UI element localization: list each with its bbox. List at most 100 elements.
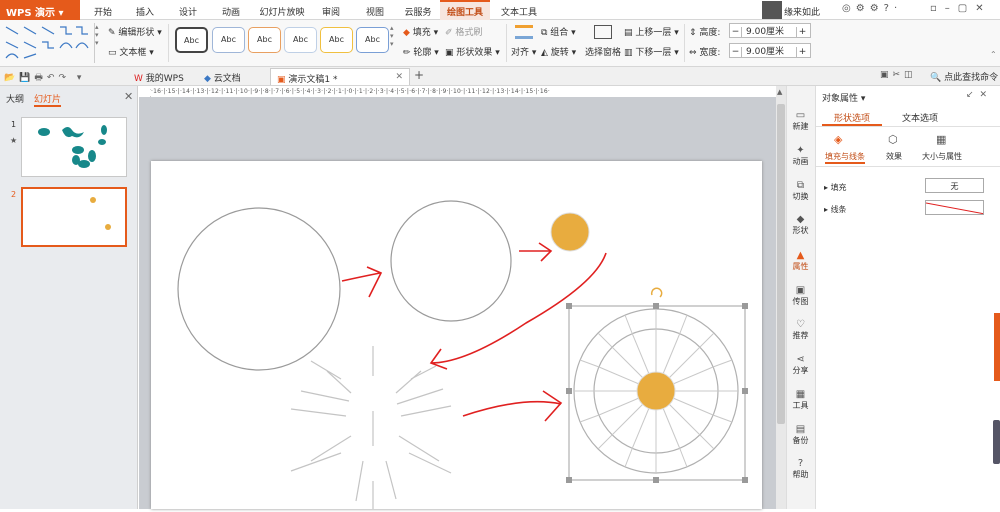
side-animation[interactable]: ✦ 动画 (786, 145, 815, 167)
arrow-1-head (366, 266, 383, 298)
style-preset-3[interactable]: Abc (248, 27, 281, 53)
shape-effect-button[interactable]: ▣ 形状效果 ▾ (445, 45, 500, 58)
text-box-button[interactable]: ▭ 文本框 ▾ (108, 45, 154, 58)
style-preset-1[interactable]: Abc (175, 27, 208, 53)
fill-section[interactable]: ▸ 填充 (824, 182, 847, 193)
side-upload-image[interactable]: ▣ 传图 (786, 285, 815, 307)
panel-controls[interactable]: ↙✕ (966, 90, 993, 100)
menu-animation[interactable]: 动画 (216, 0, 246, 20)
backup-icon: ▤ (795, 424, 806, 435)
divider (816, 166, 1000, 167)
subtab-size[interactable]: 大小与属性 (922, 151, 962, 162)
panel-title[interactable]: 对象属性 ▾ (822, 91, 865, 104)
rotate-button[interactable]: ◭ 旋转 ▾ (541, 45, 576, 58)
close-panel-icon[interactable]: ✕ (124, 90, 133, 103)
slide-canvas[interactable] (151, 161, 762, 509)
menu-drawing-tools[interactable]: 绘图工具 (440, 0, 490, 20)
properties-icon: ▲ (796, 250, 805, 261)
quick-access-icons[interactable]: 📂💾🖶↶↷ ▾ (4, 70, 85, 86)
rotate-handle-icon[interactable] (650, 287, 663, 298)
menu-view[interactable]: 视图 (360, 0, 390, 20)
line-value-box[interactable] (925, 200, 984, 215)
outline-circle-large[interactable] (177, 207, 341, 371)
side-shape[interactable]: ◆ 形状 (786, 214, 815, 236)
bulb-icon: ♡ (796, 319, 805, 330)
fill-button[interactable]: ◆ 填充 ▾ (403, 25, 438, 38)
menu-text-tools[interactable]: 文本工具 (496, 0, 542, 20)
selection-pane-button[interactable]: 选择窗格 (585, 45, 621, 58)
send-backward-button[interactable]: ▥ 下移一层 ▾ (624, 45, 679, 58)
side-tools[interactable]: ▦ 工具 (786, 389, 815, 411)
window-controls[interactable]: ▫–▢✕ (930, 3, 992, 14)
share-icon: ⋖ (796, 354, 805, 365)
scroll-thumb[interactable] (777, 104, 785, 424)
style-preset-5[interactable]: Abc (320, 27, 353, 53)
group-button[interactable]: ⧉ 组合 ▾ (541, 25, 576, 38)
tab-document[interactable]: ▣ 演示文稿1 * ✕ (270, 68, 410, 85)
slide-thumbnail-1[interactable] (21, 117, 127, 177)
slide-number: 2 (11, 190, 17, 199)
outline-button[interactable]: ✏ 轮廓 ▾ (403, 45, 439, 58)
toolbar-right-icons[interactable]: ▣✂◫ (880, 70, 917, 80)
ribbon: ▴ ▾ ▾ ✎ 编辑形状 ▾ ▭ 文本框 ▾ (0, 20, 1000, 67)
new-tab-icon[interactable]: + (414, 68, 424, 82)
arrow-3-head (429, 348, 448, 370)
tab-text-options[interactable]: 文本选项 (890, 108, 950, 126)
burst-lines[interactable] (290, 346, 452, 509)
menu-slideshow[interactable]: 幻灯片放映 (257, 0, 307, 20)
width-label: ⇔ 宽度: (689, 48, 721, 58)
tab-cloud-docs[interactable]: ◆ 云文档 (198, 68, 247, 85)
format-brush-button[interactable]: ✐ 格式刷 (445, 25, 482, 38)
collapse-ribbon-icon[interactable]: ⌃ (990, 50, 997, 59)
style-scroll-icon[interactable]: ▴ ▾ ▾ (390, 24, 397, 54)
tab-outline[interactable]: 大纲 (6, 92, 24, 105)
user-name[interactable]: 缘来如此 (784, 0, 842, 20)
menu-design[interactable]: 设计 (173, 0, 203, 20)
side-help[interactable]: ? 帮助 (786, 458, 815, 480)
avatar[interactable] (762, 1, 782, 19)
filled-circle-small[interactable] (550, 212, 590, 252)
style-preset-2[interactable]: Abc (212, 27, 245, 53)
selected-wheel-shape[interactable] (566, 287, 748, 483)
side-properties[interactable]: ▲ 属性 (786, 250, 815, 272)
object-properties-panel: 对象属性 ▾ ↙✕ 形状选项 文本选项 ◈ 填充与线条 ⬡ 效果 ▦ 大小与属性… (815, 86, 1000, 509)
slide-thumbnail-2[interactable] (21, 187, 127, 247)
line-section[interactable]: ▸ 线条 (824, 204, 847, 215)
title-icons[interactable]: ◎⚙⚙?· (842, 3, 902, 14)
subtab-fill-line[interactable]: 填充与线条 (825, 151, 865, 164)
menu-bar: WPS 演示 ▾ 开始 插入 设计 动画 幻灯片放映 审阅 视图 云服务 绘图工… (0, 0, 1000, 20)
subtab-effect[interactable]: 效果 (886, 151, 902, 162)
slide-number: 1 (11, 120, 17, 129)
menu-review[interactable]: 审阅 (316, 0, 346, 20)
menu-cloud[interactable]: 云服务 (400, 0, 436, 20)
find-command-field[interactable]: 🔍 点此查找命令 (930, 70, 998, 83)
shape-gallery-icon[interactable] (4, 24, 92, 62)
panel-edge-widget[interactable] (993, 420, 1000, 464)
style-preset-4[interactable]: Abc (284, 27, 317, 53)
tab-shape-options[interactable]: 形状选项 (822, 108, 882, 126)
vertical-scrollbar[interactable]: ▲ (776, 86, 786, 509)
fill-value-box[interactable]: 无 (925, 178, 984, 193)
tab-slides[interactable]: 幻灯片 (34, 92, 62, 107)
width-field[interactable]: −9.00厘米 + (729, 43, 811, 58)
outline-circle-medium[interactable] (390, 200, 512, 322)
scroll-up-icon[interactable]: ▲ (777, 88, 782, 96)
side-new[interactable]: ▭ 新建 (786, 110, 815, 132)
selection-pane-icon (594, 25, 612, 39)
tab-my-wps[interactable]: W 我的WPS (128, 68, 190, 85)
side-recommend[interactable]: ♡ 推荐 (786, 319, 815, 341)
style-preset-6[interactable]: Abc (356, 27, 389, 53)
menu-home[interactable]: 开始 (88, 0, 118, 20)
bring-forward-button[interactable]: ▤ 上移一层 ▾ (624, 25, 679, 38)
gallery-scroll-icon[interactable]: ▴ ▾ ▾ (94, 23, 102, 63)
app-menu-button[interactable]: WPS 演示 ▾ (0, 0, 80, 20)
panel-edge-tab[interactable] (994, 313, 1000, 381)
divider (684, 24, 685, 62)
side-transition[interactable]: ⧉ 切换 (786, 180, 815, 202)
align-button[interactable]: 对齐 ▾ (511, 45, 536, 58)
edit-shape-button[interactable]: ✎ 编辑形状 ▾ (108, 25, 162, 38)
side-backup[interactable]: ▤ 备份 (786, 424, 815, 446)
menu-insert[interactable]: 插入 (130, 0, 160, 20)
height-field[interactable]: −9.00厘米 + (729, 23, 811, 38)
side-share[interactable]: ⋖ 分享 (786, 354, 815, 376)
